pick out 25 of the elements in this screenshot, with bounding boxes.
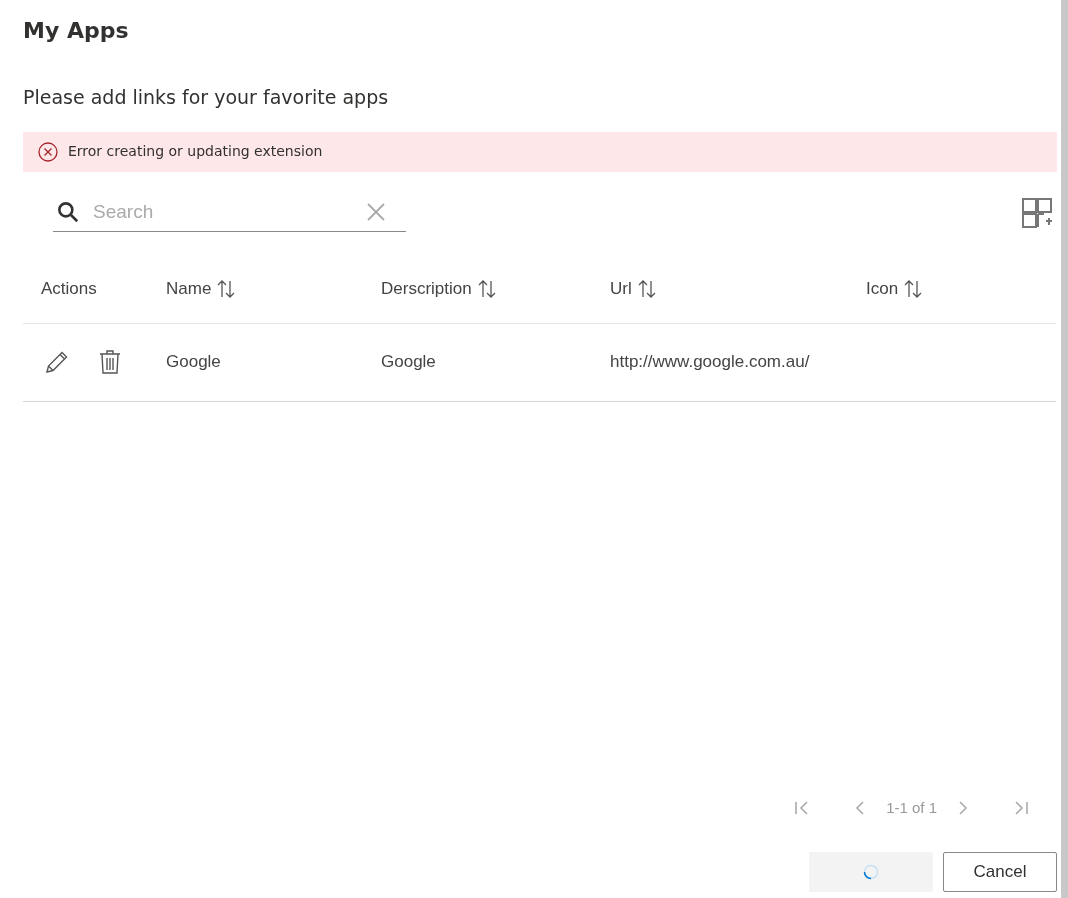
dialog-subtitle: Please add links for your favorite apps [23, 85, 390, 110]
sort-icon[interactable] [217, 279, 236, 299]
error-message: Error creating or updating extension [68, 142, 323, 161]
search-icon [55, 199, 81, 225]
column-header[interactable]: Name [166, 276, 212, 302]
column-header[interactable]: Icon [866, 276, 899, 302]
sort-icon[interactable] [637, 279, 656, 299]
sort-icon[interactable] [904, 279, 923, 299]
cancel-button[interactable]: Cancel [943, 852, 1057, 892]
table-cell: http://www.google.com.au/ [610, 352, 810, 372]
clear-icon[interactable] [366, 202, 386, 222]
error-icon [38, 141, 58, 162]
column-header: Actions [41, 278, 97, 301]
spinner-icon [863, 864, 879, 880]
table-cell: Google [381, 352, 436, 372]
column-header[interactable]: Derscription [381, 276, 472, 302]
page-range: 1-1 of 1 [886, 797, 937, 818]
column-header[interactable]: Url [610, 276, 632, 302]
dialog-title: My Apps [23, 17, 130, 45]
add-grid-icon[interactable] [1021, 196, 1053, 229]
search-input[interactable]: Search [93, 197, 366, 227]
table-cell: Google [166, 352, 221, 372]
scrollbar[interactable] [1061, 0, 1068, 898]
sort-icon[interactable] [477, 279, 496, 299]
delete-icon[interactable] [99, 349, 121, 375]
